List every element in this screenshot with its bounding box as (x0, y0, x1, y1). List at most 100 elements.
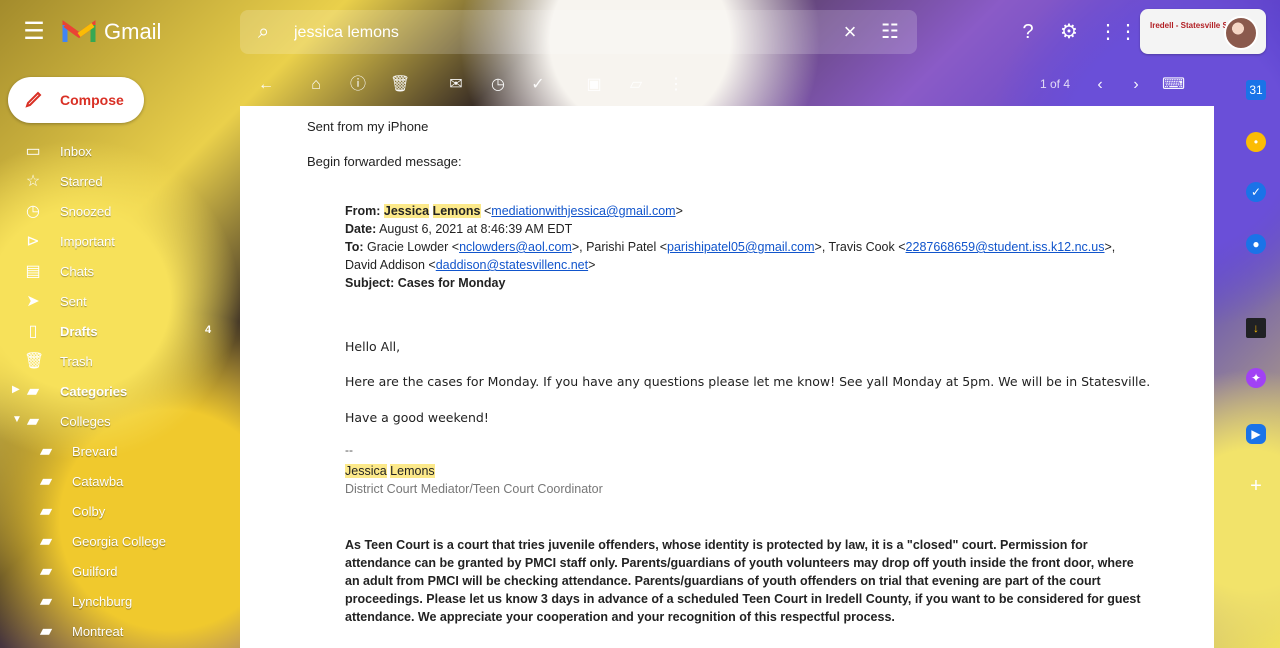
label-icon: ▰ (39, 473, 53, 490)
back-arrow-icon[interactable]: ← (256, 75, 276, 95)
move-to-icon[interactable]: ▣ (584, 75, 604, 95)
add-addon-icon[interactable]: + (1246, 476, 1266, 496)
label-icon[interactable]: ▱ (626, 75, 646, 95)
search-options-icon[interactable]: ☷ (879, 21, 901, 43)
add-task-icon[interactable]: ✓ (528, 75, 548, 95)
sidebar-item-label: Trash (60, 354, 93, 369)
sidebar-item-lynchburg[interactable]: ▰ Lynchburg (0, 587, 240, 617)
sidebar-item-label: Colby (72, 504, 106, 519)
main-menu-icon[interactable]: ☰ (22, 20, 46, 44)
sidebar-item-label: Colleges (60, 414, 111, 429)
sidebar-item-colleges[interactable]: ▼ ▰ Colleges (0, 407, 240, 437)
recipient-email-link[interactable]: daddison@statesvillenc.net (436, 258, 588, 272)
compose-button[interactable]: Compose (8, 77, 144, 123)
spam-icon[interactable]: ⓘ (348, 75, 368, 95)
subject-line: Subject: Cases for Monday (345, 274, 1145, 292)
sidebar-item-inbox[interactable]: ▭ Inbox (0, 137, 240, 167)
sidebar-item-starred[interactable]: ☆ Starred (0, 167, 240, 197)
zoom-icon[interactable]: ▶ (1246, 424, 1266, 444)
recipient-name: David (345, 258, 377, 272)
gmail-logo[interactable]: Gmail (62, 16, 172, 48)
sidebar-item-label: Snoozed (60, 204, 112, 219)
clock-icon: ◷ (26, 203, 40, 220)
email-body: Sent from my iPhone Begin forwarded mess… (240, 106, 1214, 648)
unicorn-icon[interactable]: ✦ (1246, 368, 1266, 388)
snooze-icon[interactable]: ◷ (488, 75, 508, 95)
sidebar: Compose ▭ Inbox ☆ Starred ◷ Snoozed ⊳ Im… (0, 64, 240, 648)
older-chevron-right-icon[interactable]: › (1126, 75, 1146, 95)
recipient-name: Parishi Patel (586, 240, 657, 254)
mark-unread-icon[interactable]: ✉ (446, 75, 466, 95)
sidebar-item-label: Sent (60, 294, 87, 309)
sidebar-item-label: Montreat (72, 624, 124, 639)
label-icon: ▰ (39, 563, 53, 580)
inbox-icon: ▭ (25, 143, 41, 160)
account-switcher[interactable]: Iredell - Statesville Schools (1140, 9, 1266, 54)
recipient-email-link[interactable]: nclowders@aol.com (459, 240, 572, 254)
sidebar-item-georgia-college[interactable]: ▰ Georgia College (0, 527, 240, 557)
draft-icon: ▯ (28, 323, 38, 340)
contacts-icon[interactable]: ● (1246, 234, 1266, 254)
sidebar-item-chats[interactable]: ▤ Chats (0, 257, 240, 287)
sidebar-item-trash[interactable]: 🗑 Trash (0, 347, 240, 377)
body-paragraph: Here are the cases for Monday. If you ha… (345, 374, 1151, 389)
label-icon: ▰ (39, 533, 53, 550)
sidebar-item-label: Drafts (60, 324, 98, 339)
chevron-right-icon[interactable]: ▶ (12, 384, 20, 395)
more-vert-icon[interactable]: ⋮ (666, 75, 686, 95)
apps-grid-icon[interactable]: ⋮⋮⋮ (1098, 20, 1158, 44)
to-label: To: (345, 240, 364, 254)
close-icon[interactable]: × (839, 21, 861, 43)
download-icon[interactable]: ↓ (1246, 318, 1266, 338)
sidebar-item-label: Lynchburg (72, 594, 133, 609)
chat-icon: ▤ (25, 263, 41, 280)
sidebar-item-colby[interactable]: ▰ Colby (0, 497, 240, 527)
sidebar-item-brevard[interactable]: ▰ Brevard (0, 437, 240, 467)
avatar[interactable] (1224, 16, 1258, 50)
label-icon: ▰ (26, 413, 40, 430)
sent-from-line: Sent from my iPhone (307, 119, 429, 134)
compose-label: Compose (60, 92, 124, 108)
keyboard-icon[interactable]: ⌨ (1162, 75, 1185, 95)
sidebar-item-label: Starred (60, 174, 103, 189)
sidebar-item-categories[interactable]: ▶ ▰ Categories (0, 377, 240, 407)
pencil-icon (23, 88, 45, 110)
tasks-icon[interactable]: ✓ (1246, 182, 1266, 202)
sidebar-item-important[interactable]: ⊳ Important (0, 227, 240, 257)
date-label: Date: (345, 222, 377, 236)
calendar-icon[interactable]: 31 (1246, 80, 1266, 100)
archive-icon[interactable]: ⌂ (306, 75, 326, 95)
draft-count: 4 (205, 324, 212, 336)
keep-icon[interactable]: • (1246, 132, 1266, 152)
sidebar-item-label: Catawba (72, 474, 124, 489)
subject-value: Cases for Monday (397, 276, 506, 290)
from-email-link[interactable]: mediationwithjessica@gmail.com (491, 204, 675, 218)
search-bar[interactable]: ⌕ × ☷ (240, 10, 917, 54)
signature-last-name: Lemons (390, 464, 435, 478)
chevron-down-icon[interactable]: ▼ (12, 414, 22, 425)
sidebar-item-catawba[interactable]: ▰ Catawba (0, 467, 240, 497)
main-content: ← ⌂ ⓘ 🗑 ✉ ◷ ✓ ▣ ▱ ⋮ 1 of 4 ‹ › ⌨ Sent fr… (240, 64, 1214, 648)
label-icon: ▰ (39, 503, 53, 520)
trash-icon[interactable]: 🗑 (390, 75, 410, 95)
sidebar-item-label: Categories (60, 384, 128, 399)
gear-icon[interactable]: ⚙ (1057, 20, 1081, 44)
important-icon: ⊳ (26, 233, 40, 250)
sidebar-item-label: Inbox (60, 144, 92, 159)
message-toolbar: ← ⌂ ⓘ 🗑 ✉ ◷ ✓ ▣ ▱ ⋮ 1 of 4 ‹ › ⌨ (240, 64, 1214, 106)
newer-chevron-left-icon[interactable]: ‹ (1090, 75, 1110, 95)
sidebar-item-snoozed[interactable]: ◷ Snoozed (0, 197, 240, 227)
sidebar-item-guilford[interactable]: ▰ Guilford (0, 557, 240, 587)
sidebar-item-label: Georgia College (72, 534, 166, 549)
search-icon[interactable]: ⌕ (258, 22, 278, 42)
sidebar-item-sent[interactable]: ➤ Sent (0, 287, 240, 317)
search-input[interactable] (292, 20, 816, 46)
sidebar-item-drafts[interactable]: ▯ Drafts 4 (0, 317, 240, 347)
help-icon[interactable]: ? (1016, 20, 1040, 44)
recipient-email-link[interactable]: 2287668659@student.iss.k12.nc.us (906, 240, 1105, 254)
signature-first-name: Jessica (345, 464, 387, 478)
recipient-email-link[interactable]: parishipatel05@gmail.com (667, 240, 814, 254)
signature-title: District Court Mediator/Teen Court Coord… (345, 482, 603, 496)
sidebar-item-montreat[interactable]: ▰ Montreat (0, 617, 240, 647)
label-icon: ▰ (39, 443, 53, 460)
